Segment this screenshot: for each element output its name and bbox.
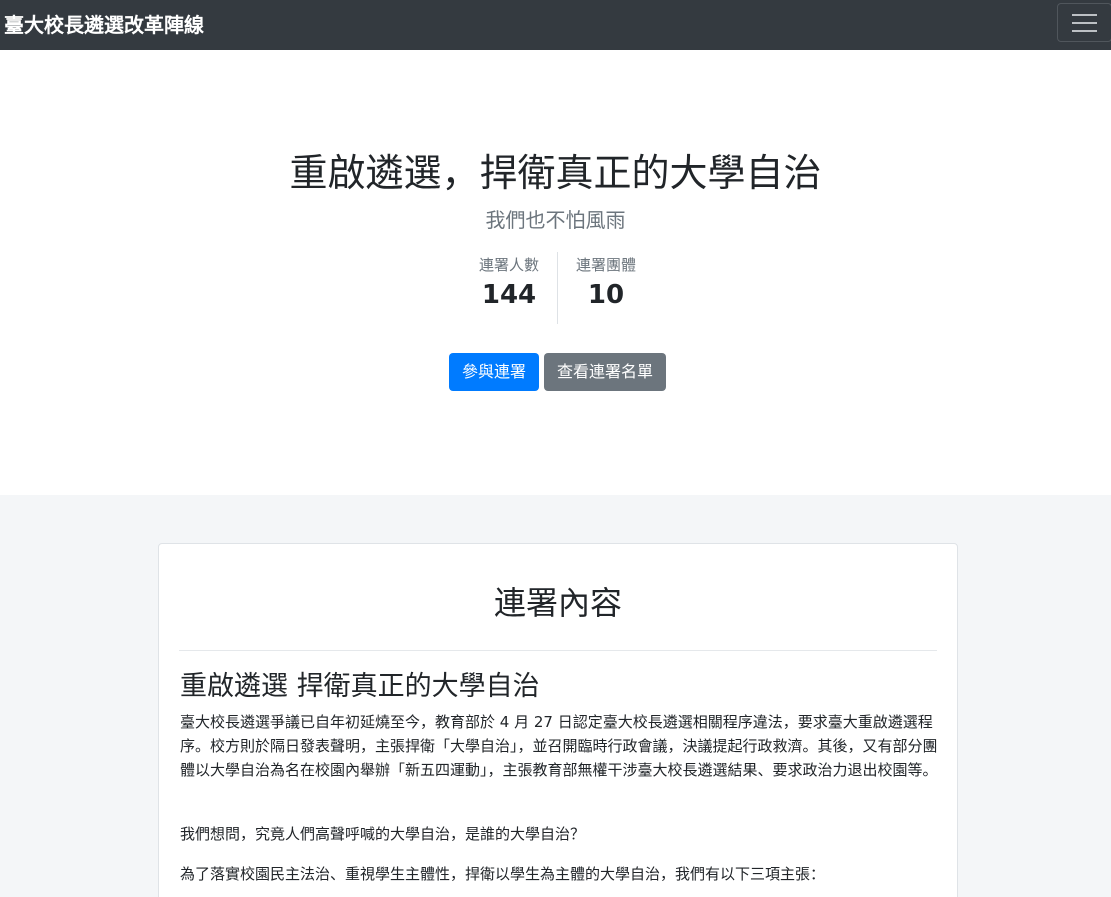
signer-count-stat: 連署人數 144 [459, 255, 559, 313]
navbar: 臺大校長遴選改革陣線 [0, 0, 1111, 50]
brand-title[interactable]: 臺大校長遴選改革陣線 [4, 11, 204, 39]
petition-content-card: 連署內容 重啟遴選 捍衛真正的大學自治 臺大校長遴選爭議已自年初延燒至今，教育部… [158, 543, 958, 897]
article-paragraph: 為了落實校園民主法治、重視學生主體性，捍衛以學生為主體的大學自治，我們有以下三項… [180, 865, 826, 883]
stat-label: 連署人數 [478, 256, 539, 274]
stat-value: 10 [587, 280, 625, 310]
divider [179, 650, 937, 651]
article-paragraph: 臺大校長遴選爭議已自年初延燒至今，教育部於 4 月 27 日認定臺大校長遴選相關… [180, 713, 938, 779]
join-petition-button[interactable]: 參與連署 [449, 353, 539, 391]
section-heading: 連署內容 [493, 584, 622, 622]
menu-bar [1072, 14, 1097, 16]
view-signers-button[interactable]: 查看連署名單 [544, 353, 666, 391]
hero-section: 重啟遴選，捍衛真正的大學自治 我們也不怕風雨 連署人數 144 連署團體 10 … [0, 50, 1111, 495]
stat-label: 連署團體 [575, 256, 636, 274]
menu-bar [1072, 22, 1097, 24]
group-count-stat: 連署團體 10 [556, 255, 656, 313]
article-title: 重啟遴選 捍衛真正的大學自治 [180, 671, 540, 702]
stat-value: 144 [481, 280, 537, 310]
hamburger-menu-icon[interactable] [1057, 3, 1111, 42]
hero-title: 重啟遴選，捍衛真正的大學自治 [289, 151, 822, 195]
hero-subtitle: 我們也不怕風雨 [485, 208, 626, 232]
menu-bar [1072, 30, 1097, 32]
article-paragraph: 我們想問，究竟人們高聲呼喊的大學自治，是誰的大學自治？ [180, 825, 586, 843]
